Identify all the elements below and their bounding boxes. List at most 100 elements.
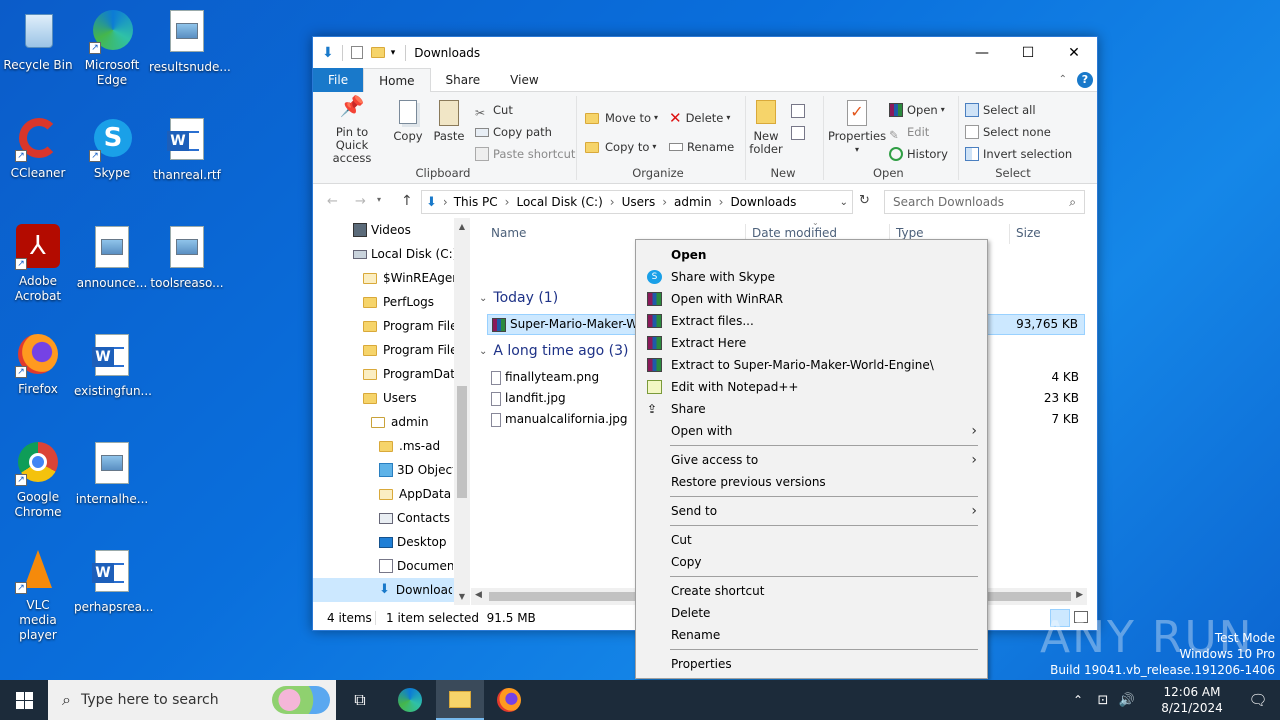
desktop-icon-skype[interactable]: S ↗ Skype	[74, 116, 150, 181]
network-tray[interactable]: ⊡	[1092, 680, 1114, 720]
history-button[interactable]: History	[889, 144, 948, 164]
menu-item-delete[interactable]: Delete	[637, 602, 987, 624]
properties-button[interactable]: ✓ Properties ▾	[827, 100, 887, 156]
copy-path-button[interactable]: Copy path	[475, 122, 552, 142]
easy-access-icon[interactable]	[791, 126, 805, 140]
delete-button[interactable]: ✕ Delete ▾	[669, 108, 730, 128]
up-arrow-icon[interactable]: ↑	[401, 193, 413, 209]
desktop-icon-thanreal[interactable]: W thanreal.rtf	[149, 116, 225, 183]
menu-item-create-shortcut[interactable]: Create shortcut	[637, 580, 987, 602]
taskbar-file-explorer[interactable]	[436, 680, 484, 720]
menu-item-open-winrar[interactable]: Open with WinRAR	[637, 288, 987, 310]
customize-quick-access-icon[interactable]: ▾	[391, 48, 396, 58]
nav-item-program-files-x86[interactable]: Program Files	[363, 338, 464, 362]
breadcrumb-downloads[interactable]: Downloads	[730, 195, 796, 209]
minimize-button[interactable]: —	[959, 37, 1005, 68]
desktop-icon-internalhe[interactable]: internalhe...	[74, 440, 150, 507]
desktop-icon-edge[interactable]: ↗ Microsoft Edge	[74, 8, 150, 88]
nav-item-program-files[interactable]: Program Files	[363, 314, 464, 338]
move-to-button[interactable]: Move to ▾	[585, 108, 658, 128]
new-item-icon[interactable]	[791, 104, 805, 118]
desktop-icon-chrome[interactable]: ↗ Google Chrome	[0, 440, 76, 520]
tab-home[interactable]: Home	[363, 67, 431, 92]
tab-file[interactable]: File	[313, 67, 364, 92]
menu-item-open[interactable]: Open	[637, 244, 987, 266]
nav-item-programdata[interactable]: ProgramData	[363, 362, 462, 386]
context-menu[interactable]: Open S Share with Skype Open with WinRAR …	[635, 239, 988, 679]
rename-button[interactable]: Rename	[669, 137, 734, 157]
volume-tray[interactable]: 🔊	[1116, 680, 1138, 720]
nav-item-ms-ad[interactable]: .ms-ad	[379, 434, 440, 458]
open-button[interactable]: Open ▾	[889, 100, 945, 120]
taskbar-firefox[interactable]	[486, 680, 532, 720]
tab-view[interactable]: View	[495, 68, 553, 92]
nav-item-users[interactable]: Users	[363, 386, 417, 410]
forward-arrow-icon[interactable]: →	[355, 194, 366, 209]
desktop-icon-toolsreaso[interactable]: toolsreaso...	[149, 224, 225, 291]
menu-item-rename[interactable]: Rename	[637, 624, 987, 646]
menu-item-share-skype[interactable]: S Share with Skype	[637, 266, 987, 288]
back-arrow-icon[interactable]: ←	[327, 194, 338, 209]
nav-item-local-disk[interactable]: Local Disk (C:)	[353, 242, 457, 266]
paste-button[interactable]: Paste	[431, 100, 467, 143]
desktop-icon-acrobat[interactable]: ⅄ ↗ Adobe Acrobat	[0, 224, 76, 304]
invert-selection-button[interactable]: Invert selection	[965, 144, 1072, 164]
nav-item-winreagent[interactable]: $WinREAgent	[363, 266, 465, 290]
show-hidden-icons[interactable]: ⌃	[1068, 680, 1088, 720]
taskbar-search-box[interactable]: ⌕ Type here to search	[48, 680, 336, 720]
desktop-icon-firefox[interactable]: ↗ Firefox	[0, 332, 76, 397]
column-size[interactable]: Size	[1016, 226, 1041, 240]
maximize-button[interactable]: ☐	[1005, 37, 1051, 68]
nav-item-perflogs[interactable]: PerfLogs	[363, 290, 434, 314]
nav-item-videos[interactable]: Videos	[353, 218, 411, 242]
menu-item-share[interactable]: ⇪ Share	[637, 398, 987, 420]
desktop-icon-vlc[interactable]: ↗ VLC media player	[0, 548, 76, 643]
copy-button[interactable]: Copy	[391, 100, 425, 143]
refresh-icon[interactable]: ↻	[859, 193, 870, 208]
menu-item-cut[interactable]: Cut	[637, 529, 987, 551]
help-icon[interactable]: ?	[1077, 71, 1093, 88]
paste-shortcut-button[interactable]: Paste shortcut	[475, 144, 575, 164]
new-folder-button[interactable]: New folder	[749, 100, 783, 156]
column-type[interactable]: Type	[896, 226, 924, 240]
properties-quick-icon[interactable]	[350, 46, 363, 59]
address-dropdown-icon[interactable]: ⌄	[840, 197, 848, 208]
taskbar-edge[interactable]	[387, 680, 433, 720]
menu-item-open-with[interactable]: Open with ›	[637, 420, 987, 442]
breadcrumb-local-disk[interactable]: Local Disk (C:)	[516, 195, 602, 209]
menu-item-extract-to[interactable]: Extract to Super-Mario-Maker-World-Engin…	[637, 354, 987, 376]
edit-button[interactable]: ✎ Edit	[889, 122, 929, 142]
breadcrumb-this-pc[interactable]: This PC	[454, 195, 498, 209]
desktop-icon-resultsnude[interactable]: resultsnude...	[149, 8, 231, 75]
select-none-button[interactable]: Select none	[965, 122, 1051, 142]
search-input[interactable]: Search Downloads ⌕	[884, 190, 1085, 214]
recent-locations-icon[interactable]: ▾	[377, 195, 381, 204]
desktop-icon-perhapsrea[interactable]: W perhapsrea...	[74, 548, 153, 615]
nav-scrollbar[interactable]: ▲ ▼	[454, 218, 470, 605]
desktop-icon-announce[interactable]: announce...	[74, 224, 150, 291]
nav-scrollbar-thumb[interactable]	[457, 386, 467, 498]
quick-access-down-icon[interactable]: ⬇	[322, 45, 334, 61]
desktop-icon-recycle-bin[interactable]: Recycle Bin	[0, 8, 76, 73]
group-header-long-ago[interactable]: ⌄ A long time ago (3)	[479, 341, 628, 361]
notification-center-button[interactable]: 🗨	[1236, 680, 1280, 720]
task-view-button[interactable]: ⧉	[338, 680, 382, 720]
nav-item-documents[interactable]: Documents	[379, 554, 453, 578]
title-bar[interactable]: ⬇ ▾ Downloads — ☐ ✕	[313, 37, 1097, 68]
clock[interactable]: 12:06 AM 8/21/2024	[1148, 680, 1236, 720]
navigation-pane[interactable]: Videos Local Disk (C:) $WinREAgent PerfL…	[313, 218, 471, 605]
address-bar[interactable]: ⬇ › This PC › Local Disk (C:) › Users › adm…	[421, 190, 853, 214]
new-folder-quick-icon[interactable]	[370, 47, 385, 58]
start-button[interactable]	[0, 680, 48, 720]
breadcrumb-users[interactable]: Users	[622, 195, 656, 209]
nav-item-desktop[interactable]: Desktop	[379, 530, 447, 554]
nav-item-admin[interactable]: admin	[371, 410, 429, 434]
pin-quick-access-button[interactable]: 📌 Pin to Quick access	[319, 96, 385, 165]
column-name[interactable]: Name	[491, 226, 526, 240]
menu-item-extract-here[interactable]: Extract Here	[637, 332, 987, 354]
menu-item-extract-files[interactable]: Extract files...	[637, 310, 987, 332]
tab-share[interactable]: Share	[431, 68, 496, 92]
nav-item-downloads[interactable]: ⬇Downloads	[313, 578, 455, 602]
menu-item-restore-versions[interactable]: Restore previous versions	[637, 471, 987, 493]
nav-item-3d-objects[interactable]: 3D Objects	[379, 458, 453, 482]
